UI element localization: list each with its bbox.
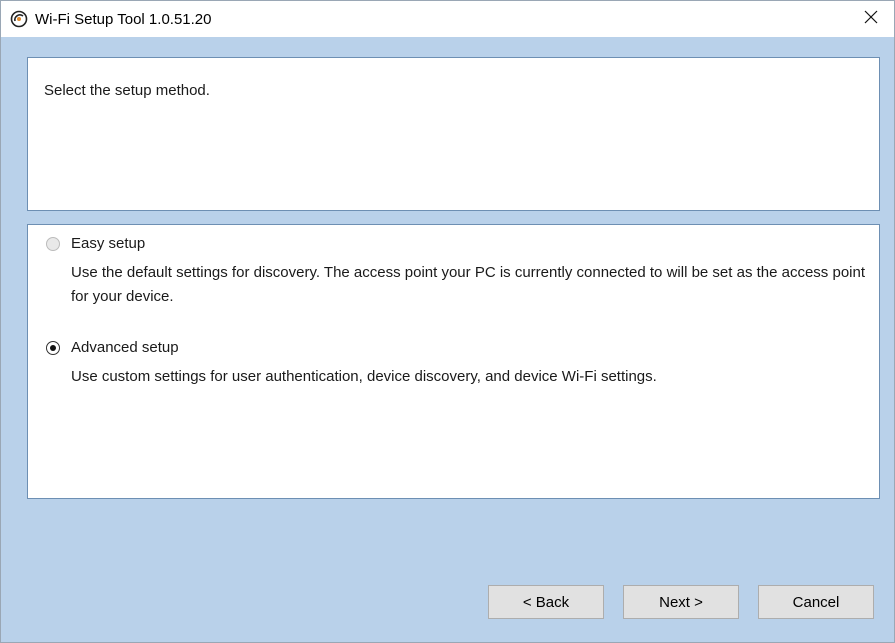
instruction-panel: Select the setup method. [27, 57, 880, 211]
next-button[interactable]: Next > [623, 585, 739, 619]
easy-setup-option: Easy setup Use the default settings for … [46, 235, 866, 309]
close-icon [864, 10, 878, 29]
title-bar[interactable]: Wi-Fi Setup Tool 1.0.51.20 [1, 1, 894, 37]
radio-selected-dot [50, 344, 56, 351]
easy-setup-radio [46, 236, 60, 251]
setup-window: Wi-Fi Setup Tool 1.0.51.20 Select the se… [0, 0, 895, 643]
setup-method-panel: Easy setup Use the default settings for … [27, 224, 880, 499]
advanced-setup-radio[interactable] [46, 340, 60, 355]
app-icon [9, 9, 29, 29]
advanced-setup-radio-row[interactable]: Advanced setup [46, 339, 866, 356]
window-title: Wi-Fi Setup Tool 1.0.51.20 [35, 10, 212, 28]
easy-setup-radio-row: Easy setup [46, 235, 866, 252]
easy-setup-description: Use the default settings for discovery. … [71, 264, 866, 305]
easy-setup-label: Easy setup [71, 235, 146, 252]
advanced-setup-option[interactable]: Advanced setup Use custom settings for u… [46, 339, 866, 389]
advanced-setup-description: Use custom settings for user authenticat… [71, 368, 657, 385]
close-button[interactable] [848, 1, 894, 37]
back-button[interactable]: < Back [488, 585, 604, 619]
instruction-text: Select the setup method. [44, 82, 210, 99]
cancel-button[interactable]: Cancel [758, 585, 874, 619]
advanced-setup-label[interactable]: Advanced setup [71, 339, 179, 356]
